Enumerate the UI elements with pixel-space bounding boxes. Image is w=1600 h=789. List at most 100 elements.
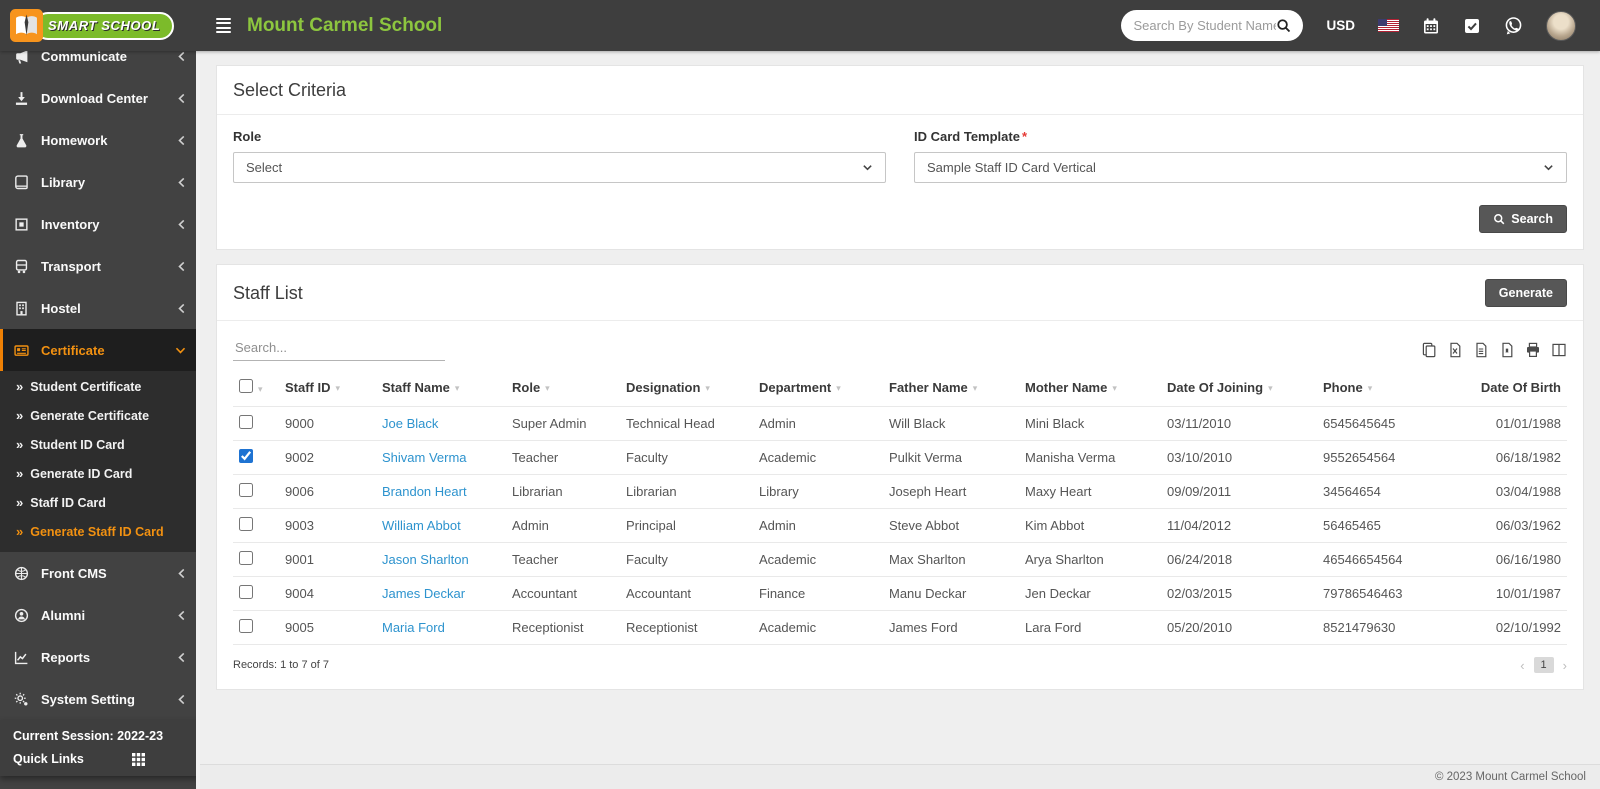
sidebar-item-transport[interactable]: Transport [0, 245, 200, 287]
chevron-down-icon [175, 346, 186, 355]
double-angle-icon: » [16, 408, 24, 423]
tasks-icon[interactable] [1463, 17, 1481, 35]
staff-name-link[interactable]: Jason Sharlton [382, 552, 469, 567]
sidebar-item-download-center[interactable]: Download Center [0, 77, 200, 119]
sidebar-item-inventory[interactable]: Inventory [0, 203, 200, 245]
staff-name-link[interactable]: Brandon Heart [382, 484, 467, 499]
cell-date-of-birth: 02/10/1992 [1467, 610, 1567, 645]
row-checkbox[interactable] [239, 585, 253, 599]
certificate-submenu: » Student Certificate» Generate Certificat… [0, 371, 200, 552]
staff-name-link[interactable]: James Deckar [382, 586, 465, 601]
column-header-role[interactable]: Role ▾ [506, 369, 620, 407]
sidebar-item-front-cms[interactable]: Front CMS [0, 552, 200, 594]
cell-date-of-joining: 02/03/2015 [1161, 576, 1317, 611]
sort-caret-icon[interactable]: ▾ [1112, 383, 1117, 393]
calendar-icon[interactable] [1422, 17, 1440, 35]
currency-selector[interactable]: USD [1326, 18, 1355, 33]
column-header-designation[interactable]: Designation ▾ [620, 369, 753, 407]
row-checkbox[interactable] [239, 517, 253, 531]
print-export-icon[interactable] [1525, 342, 1541, 358]
sidebar-item-library[interactable]: Library [0, 161, 200, 203]
sidebar-item-system-setting[interactable]: System Setting [0, 678, 200, 720]
sort-caret-icon[interactable]: ▾ [973, 383, 978, 393]
sidebar-subitem-generate-id-card[interactable]: » Generate ID Card [0, 459, 200, 488]
sort-caret-icon[interactable]: ▾ [455, 383, 460, 393]
sidebar-scrollbar[interactable] [196, 51, 200, 789]
sidebar-subitem-student-certificate[interactable]: » Student Certificate [0, 372, 200, 401]
column-header-father-name[interactable]: Father Name ▾ [883, 369, 1019, 407]
sort-caret-icon[interactable]: ▾ [1268, 383, 1273, 393]
sort-caret-icon[interactable]: ▾ [258, 384, 263, 394]
column-header-phone[interactable]: Phone ▾ [1317, 369, 1467, 407]
row-select-cell [233, 610, 279, 645]
excel-export-icon[interactable] [1447, 342, 1463, 358]
template-select[interactable]: Sample Staff ID Card Vertical [914, 152, 1567, 183]
sidebar-subitem-staff-id-card[interactable]: » Staff ID Card [0, 488, 200, 517]
select-all-checkbox[interactable] [239, 379, 253, 393]
language-flag-icon[interactable] [1378, 19, 1399, 32]
copy-export-icon[interactable] [1421, 342, 1437, 358]
sidebar-item-reports[interactable]: Reports [0, 636, 200, 678]
column-header-staff-id[interactable]: Staff ID ▾ [279, 369, 376, 407]
cell-mother-name: Jen Deckar [1019, 576, 1161, 611]
sort-caret-icon[interactable]: ▾ [336, 383, 341, 393]
row-checkbox[interactable] [239, 551, 253, 565]
staff-name-link[interactable]: Joe Black [382, 416, 438, 431]
records-count: Records: 1 to 7 of 7 [233, 659, 329, 671]
whatsapp-icon[interactable] [1504, 16, 1523, 35]
staff-name-link[interactable]: William Abbot [382, 518, 461, 533]
sort-caret-icon[interactable]: ▾ [1368, 383, 1373, 393]
grid-icon[interactable] [132, 752, 145, 766]
chart-icon [13, 650, 30, 665]
flask-icon [13, 133, 30, 148]
sidebar-item-alumni[interactable]: Alumni [0, 594, 200, 636]
csv-export-icon[interactable] [1473, 342, 1489, 358]
top-navbar: SMART SCHOOL Mount Carmel School USD [0, 0, 1600, 51]
column-header-date-of-joining[interactable]: Date Of Joining ▾ [1161, 369, 1317, 407]
row-checkbox[interactable] [239, 483, 253, 497]
row-checkbox[interactable] [239, 619, 253, 633]
quick-links[interactable]: Quick Links [13, 752, 187, 766]
menu-toggle-icon[interactable] [216, 17, 231, 34]
cell-role: Receptionist [506, 610, 620, 645]
sidebar-item-certificate[interactable]: Certificate [0, 329, 200, 371]
sidebar-subitem-generate-certificate[interactable]: » Generate Certificate [0, 401, 200, 430]
inventory-icon [13, 217, 30, 232]
sort-caret-icon[interactable]: ▾ [836, 383, 841, 393]
role-select[interactable]: Select [233, 152, 886, 183]
staff-name-link[interactable]: Shivam Verma [382, 450, 467, 465]
staff-name-link[interactable]: Maria Ford [382, 620, 445, 635]
row-checkbox[interactable] [239, 449, 253, 463]
sort-caret-icon[interactable]: ▾ [545, 383, 550, 393]
search-button[interactable]: Search [1479, 205, 1567, 233]
sidebar-subitem-generate-staff-id-card[interactable]: » Generate Staff ID Card [0, 517, 200, 546]
column-header-date-of-birth[interactable]: Date Of Birth [1467, 369, 1567, 407]
current-page-button[interactable]: 1 [1533, 657, 1554, 673]
next-page-button[interactable]: › [1563, 658, 1567, 673]
columns-export-icon[interactable] [1551, 342, 1567, 358]
row-select-cell [233, 542, 279, 577]
column-header-department[interactable]: Department ▾ [753, 369, 883, 407]
sidebar-subitem-student-id-card[interactable]: » Student ID Card [0, 430, 200, 459]
chevron-left-icon [177, 135, 186, 146]
student-search-input[interactable] [1133, 18, 1277, 33]
app-logo[interactable]: SMART SCHOOL [0, 0, 196, 51]
column-header-mother-name[interactable]: Mother Name ▾ [1019, 369, 1161, 407]
sidebar-item-hostel[interactable]: Hostel [0, 287, 200, 329]
table-search-input[interactable] [233, 335, 445, 361]
pdf-export-icon[interactable] [1499, 342, 1515, 358]
generate-button[interactable]: Generate [1484, 279, 1567, 307]
cell-designation: Faculty [620, 542, 753, 577]
student-search[interactable] [1121, 10, 1304, 41]
row-checkbox[interactable] [239, 415, 253, 429]
sort-caret-icon[interactable]: ▾ [705, 383, 710, 393]
sidebar-item-homework[interactable]: Homework [0, 119, 200, 161]
cell-department: Admin [753, 508, 883, 543]
search-icon[interactable] [1276, 18, 1291, 33]
prev-page-button[interactable]: ‹ [1520, 658, 1524, 673]
sidebar-item-communicate[interactable]: Communicate [0, 51, 200, 77]
cell-staff-id: 9002 [279, 440, 376, 475]
cell-date-of-joining: 05/20/2010 [1161, 610, 1317, 645]
column-header-staff-name[interactable]: Staff Name ▾ [376, 369, 506, 407]
user-avatar[interactable] [1546, 10, 1576, 41]
